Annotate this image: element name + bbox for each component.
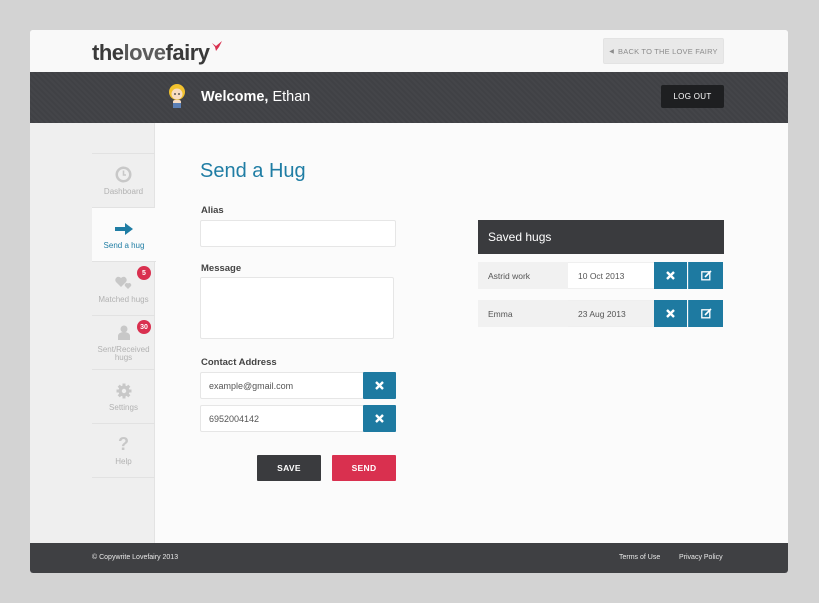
saved-hug-name: Emma <box>478 300 568 327</box>
matched-hugs-badge: 5 <box>137 266 151 280</box>
question-icon: ? <box>118 434 129 454</box>
person-icon <box>115 324 133 342</box>
sidebar-item-label: Dashboard <box>103 186 144 196</box>
send-button[interactable]: SEND <box>332 455 396 481</box>
sidebar-item-label: Help <box>115 456 132 466</box>
sidebar-item-label: Settings <box>109 402 138 412</box>
close-icon <box>666 271 675 280</box>
copyright-text: © Copywrite Lovefairy 2013 <box>92 554 179 561</box>
top-bar: the love fairy ◀ BACK TO THE LOVE FAIRY <box>30 30 788 72</box>
saved-hug-row: Emma 23 Aug 2013 <box>478 300 724 327</box>
back-to-love-fairy-button[interactable]: ◀ BACK TO THE LOVE FAIRY <box>603 38 724 64</box>
save-button[interactable]: SAVE <box>257 455 321 481</box>
edit-saved-hug-button[interactable] <box>688 300 723 327</box>
message-label: Message <box>201 263 242 274</box>
edit-icon <box>700 308 712 319</box>
clock-icon <box>115 166 133 184</box>
logo-text-fairy: fairy <box>165 40 210 65</box>
close-icon <box>666 309 675 318</box>
alias-input[interactable] <box>200 220 396 247</box>
remove-contact-button[interactable] <box>363 372 396 399</box>
bird-icon <box>211 41 222 51</box>
page-title: Send a Hug <box>200 160 306 182</box>
footer: © Copywrite Lovefairy 2013 Terms of Use … <box>30 543 788 573</box>
sidebar-item-matched-hugs[interactable]: 5 Matched hugs <box>92 262 155 316</box>
sent-received-badge: 30 <box>137 320 151 334</box>
app-frame: the love fairy ◀ BACK TO THE LOVE FAIRY We… <box>30 30 788 573</box>
saved-hugs-header: Saved hugs <box>478 220 724 254</box>
arrow-right-icon <box>115 220 133 238</box>
sidebar-item-help[interactable]: ? Help <box>92 424 155 478</box>
remove-contact-button[interactable] <box>363 405 396 432</box>
message-textarea[interactable] <box>200 277 394 339</box>
welcome-label: Welcome, <box>201 89 269 105</box>
chevron-left-icon: ◀ <box>609 48 615 55</box>
sidebar: Dashboard Send a hug 5 Matched hugs 30 S… <box>30 123 156 543</box>
logo-text-love: love <box>123 40 167 65</box>
saved-hug-date: 23 Aug 2013 <box>568 300 654 327</box>
saved-hug-name: Astrid work <box>478 262 568 289</box>
logo-text-the: the <box>92 40 124 65</box>
welcome-bar: Welcome, Ethan LOG OUT <box>30 72 788 123</box>
saved-hug-date: 10 Oct 2013 <box>568 262 654 289</box>
logout-button[interactable]: LOG OUT <box>661 85 724 108</box>
privacy-policy-link[interactable]: Privacy Policy <box>679 554 723 561</box>
sidebar-item-sent-received-hugs[interactable]: 30 Sent/Received hugs <box>92 316 155 370</box>
sidebar-item-send-a-hug[interactable]: Send a hug <box>92 208 156 262</box>
sidebar-item-label: Sent/Received hugs <box>97 344 150 362</box>
user-name: Ethan <box>272 89 311 105</box>
edit-saved-hug-button[interactable] <box>688 262 723 289</box>
close-icon <box>375 414 384 423</box>
delete-saved-hug-button[interactable] <box>654 262 687 289</box>
gear-icon <box>115 382 133 400</box>
delete-saved-hug-button[interactable] <box>654 300 687 327</box>
contact-address-field[interactable]: 6952004142 <box>200 405 364 432</box>
sidebar-item-settings[interactable]: Settings <box>92 370 155 424</box>
contact-address-field[interactable]: example@gmail.com <box>200 372 364 399</box>
sidebar-item-label: Matched hugs <box>98 294 149 304</box>
terms-of-use-link[interactable]: Terms of Use <box>619 554 660 561</box>
alias-label: Alias <box>201 205 224 216</box>
saved-hug-row: Astrid work 10 Oct 2013 <box>478 262 724 289</box>
lovefairy-logo[interactable]: the love fairy <box>92 40 223 66</box>
edit-icon <box>700 270 712 281</box>
back-button-label: BACK TO THE LOVE FAIRY <box>618 46 718 56</box>
welcome-message: Welcome, Ethan <box>201 89 310 105</box>
close-icon <box>375 381 384 390</box>
contact-address-label: Contact Address <box>201 357 277 368</box>
hearts-icon <box>114 274 133 292</box>
sidebar-item-label: Send a hug <box>103 240 145 250</box>
sidebar-item-dashboard[interactable]: Dashboard <box>92 154 155 208</box>
avatar <box>169 84 185 108</box>
sidebar-nav: Dashboard Send a hug 5 Matched hugs 30 S… <box>92 153 156 478</box>
